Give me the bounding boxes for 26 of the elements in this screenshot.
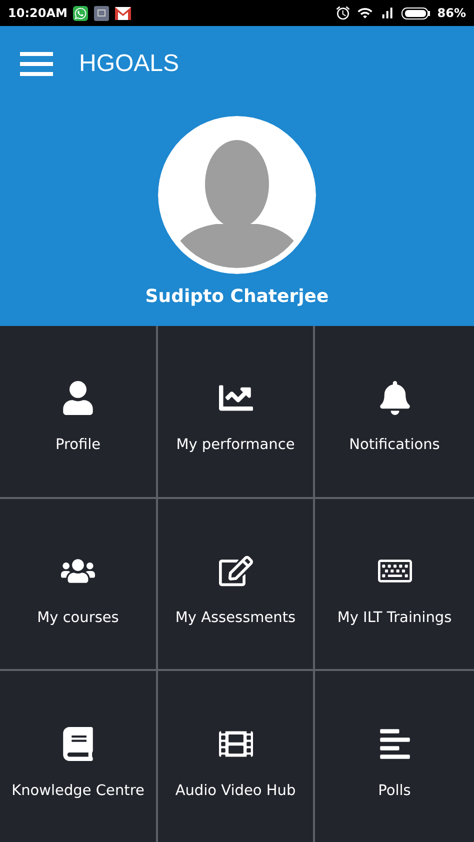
menu-tile[interactable]: Notifications xyxy=(315,326,474,497)
menu-tile[interactable]: Audio Video Hub xyxy=(158,671,313,842)
menu-tile[interactable]: My ILT Trainings xyxy=(315,498,474,670)
bars-icon xyxy=(378,726,412,761)
menu-tile[interactable]: My courses xyxy=(0,498,156,670)
person-icon xyxy=(61,381,95,416)
chat-icon xyxy=(73,6,88,20)
menu-tile[interactable]: My Assessments xyxy=(158,498,313,670)
menu-button[interactable] xyxy=(20,52,53,76)
app-title: HGOALS xyxy=(79,50,180,78)
menu-tile[interactable]: My performance xyxy=(158,326,313,497)
status-time: 10:20AM xyxy=(8,6,68,20)
battery-percent: 86% xyxy=(437,6,466,20)
menu-tile[interactable]: Polls xyxy=(315,671,474,842)
avatar-icon xyxy=(158,116,316,274)
gallery-icon xyxy=(94,6,110,20)
alarm-icon xyxy=(335,5,352,21)
mail-icon xyxy=(115,6,132,20)
battery-icon xyxy=(401,6,432,20)
book-icon xyxy=(61,726,95,761)
wifi-icon xyxy=(357,5,374,21)
user-name: Sudipto Chaterjee xyxy=(145,286,329,307)
menu-tile[interactable]: Profile xyxy=(0,326,156,497)
edit-icon xyxy=(218,554,252,588)
bell-icon xyxy=(378,381,412,416)
menu-tile[interactable]: Knowledge Centre xyxy=(0,671,156,842)
